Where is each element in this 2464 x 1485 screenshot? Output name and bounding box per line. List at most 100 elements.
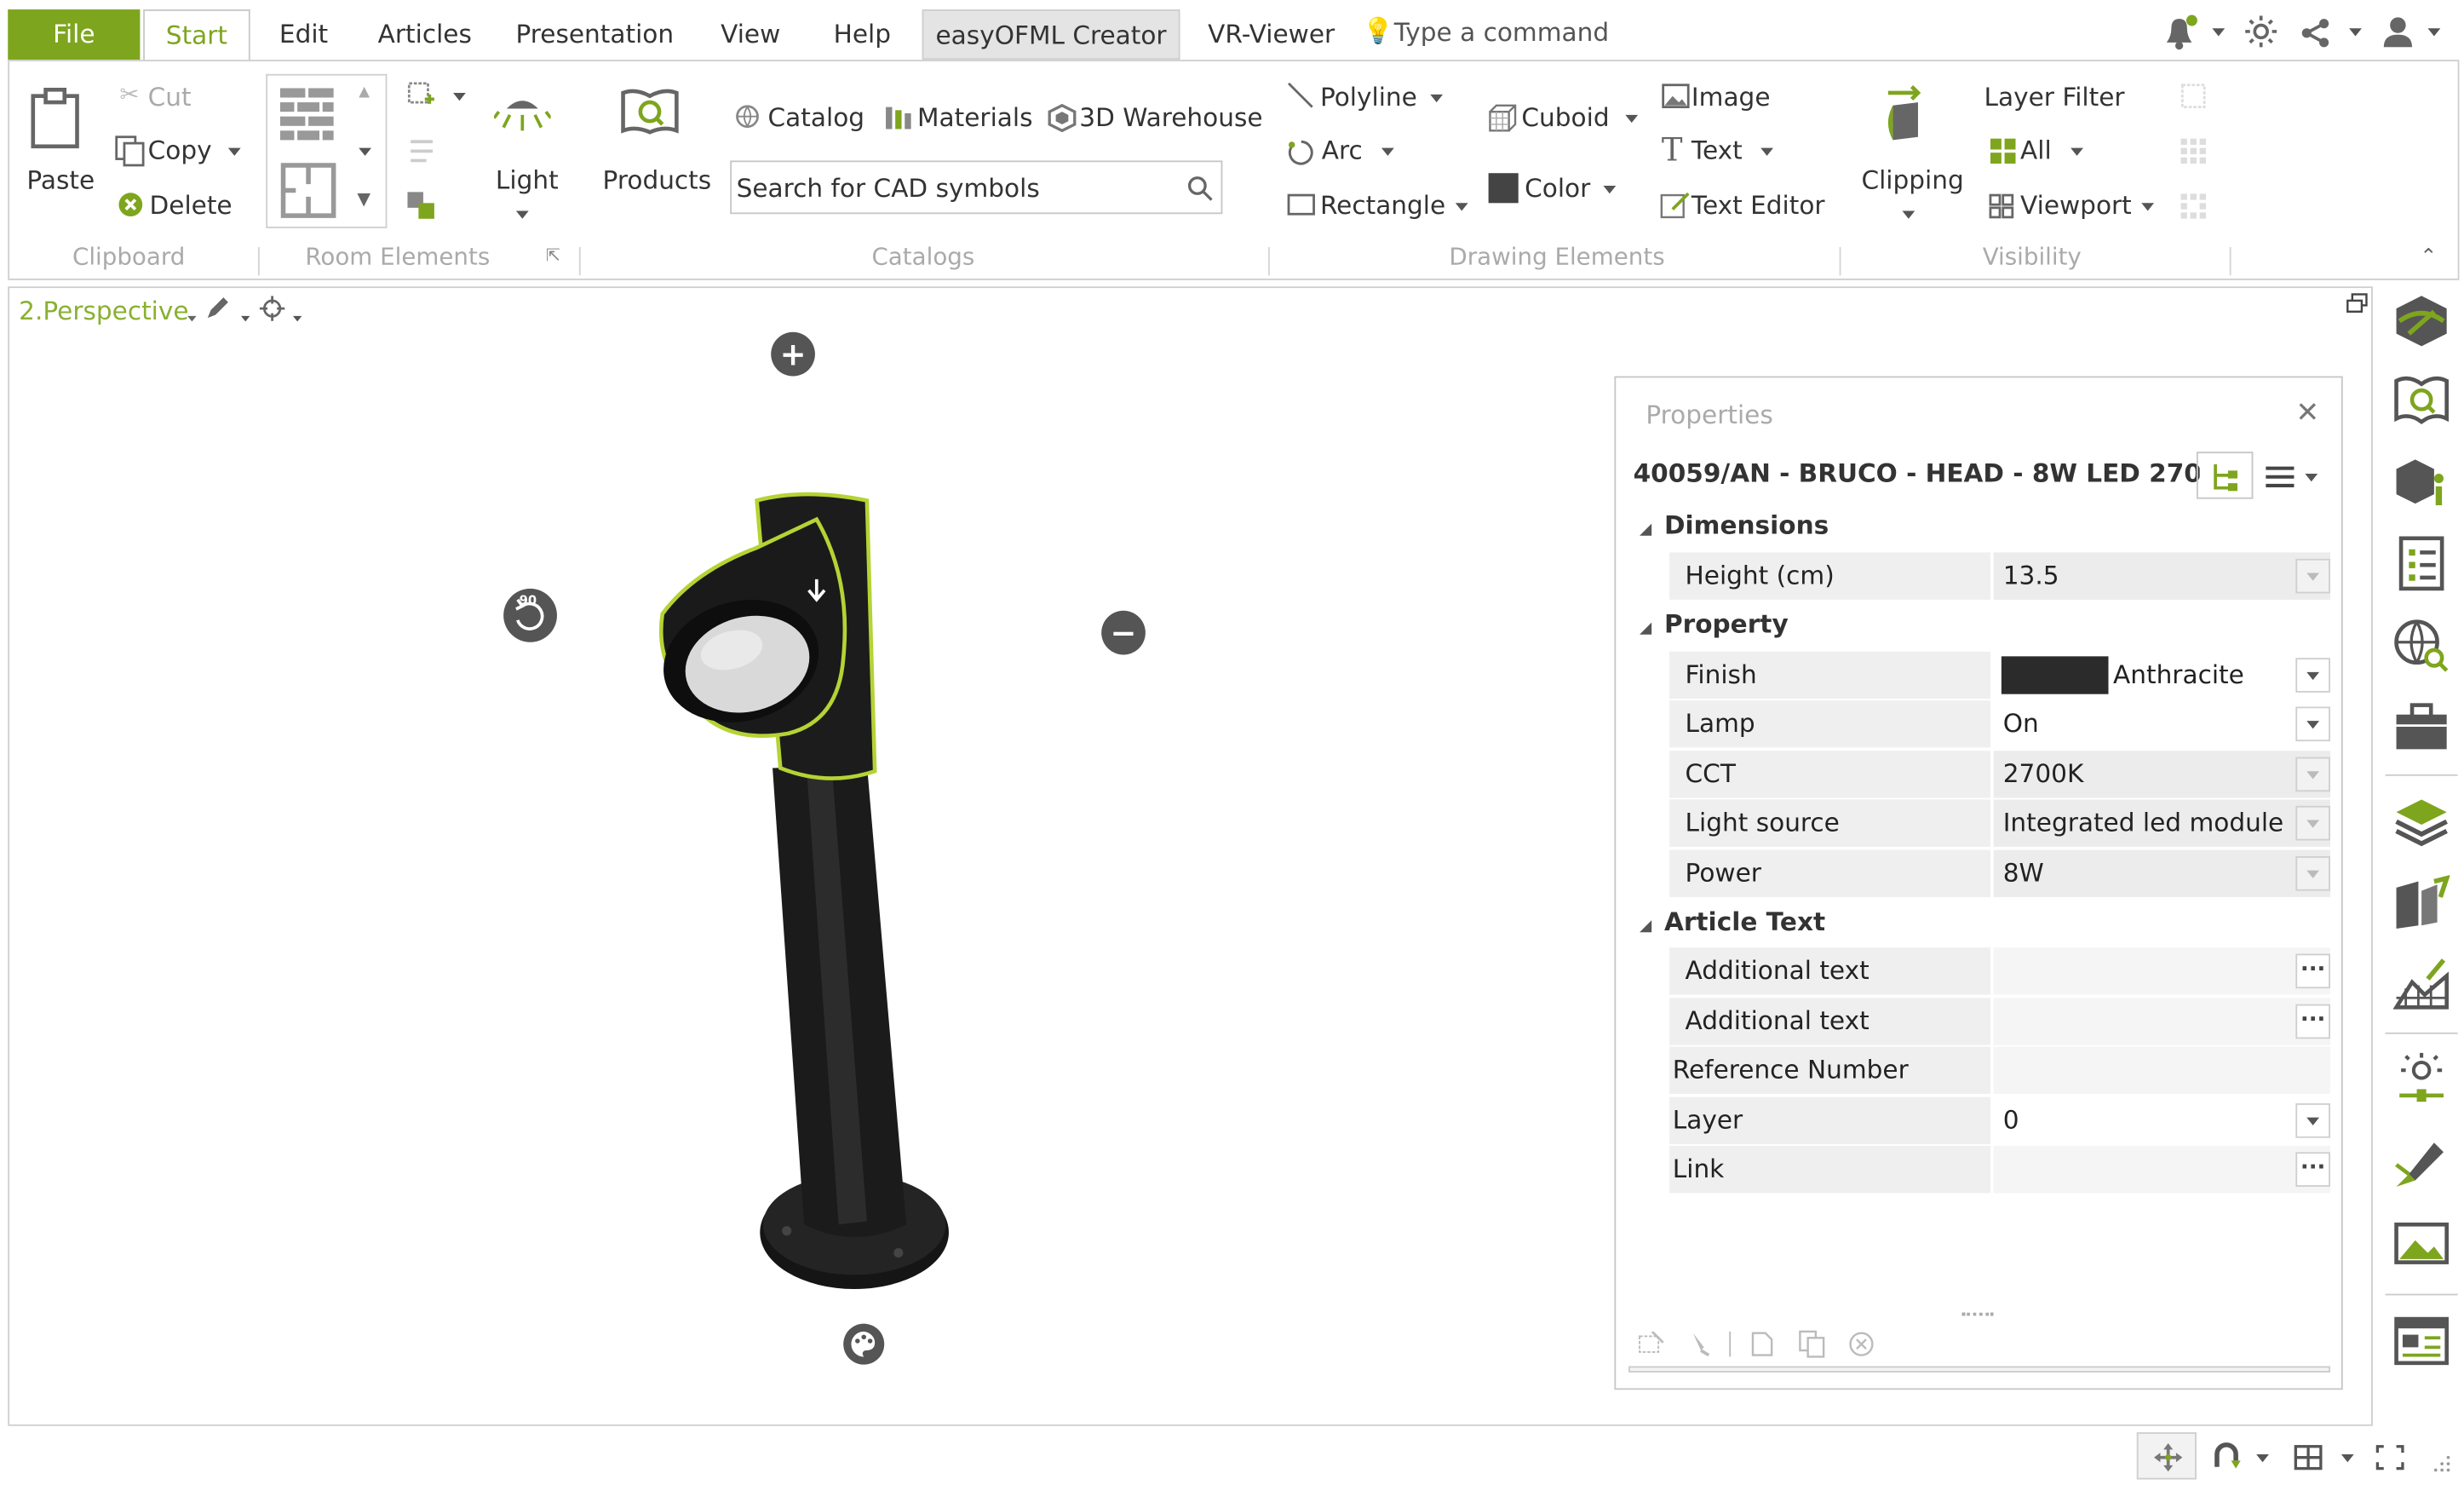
pencil-icon[interactable] [204, 296, 230, 321]
place-item-icon[interactable] [406, 80, 438, 112]
property-row-finish[interactable]: Finish Anthracite [1669, 651, 2330, 699]
image-button[interactable]: Image [1691, 82, 1771, 112]
materials-button[interactable]: Materials [917, 102, 1032, 132]
layout-sheet-icon[interactable] [2393, 1313, 2450, 1370]
chevron-down-icon[interactable] [227, 147, 241, 156]
brightness-icon[interactable] [2243, 14, 2278, 49]
image-panel-icon[interactable] [2393, 1215, 2450, 1272]
chevron-down-icon[interactable] [1625, 114, 1639, 124]
property-row-additional-text[interactable]: Additional text ··· [1669, 947, 2330, 995]
tab-start[interactable]: Start [143, 9, 250, 65]
chevron-down-icon[interactable] [2141, 203, 2155, 211]
products-button[interactable]: Products [603, 165, 712, 195]
article-info-icon[interactable] [2393, 453, 2450, 510]
horizontal-scrollbar[interactable] [1628, 1366, 2330, 1373]
zoom-out-icon[interactable]: − [1101, 610, 1146, 655]
tab-easyofml-creator[interactable]: easyOFML Creator [922, 9, 1180, 60]
clipping-button[interactable]: Clipping [1861, 165, 1963, 195]
copy-button[interactable]: Copy [148, 135, 212, 165]
additional-text-value[interactable] [1993, 947, 2330, 995]
restore-window-icon[interactable] [2346, 293, 2368, 315]
chevron-down-icon[interactable] [2341, 1453, 2354, 1463]
property-row-reference-number[interactable]: Reference Number [1669, 1046, 2330, 1094]
zoom-in-icon[interactable]: + [771, 331, 815, 377]
search-icon[interactable] [1187, 176, 1214, 202]
lamp-dropdown[interactable] [2295, 706, 2330, 742]
chevron-down-icon[interactable] [453, 92, 466, 101]
layer-dropdown[interactable] [2295, 1103, 2330, 1138]
3d-warehouse-button[interactable]: 3D Warehouse [1079, 102, 1262, 132]
collapse-ribbon-icon[interactable]: ⌃ [2420, 245, 2437, 269]
tree-view-button[interactable] [2196, 452, 2254, 499]
chevron-down-icon[interactable] [241, 315, 250, 322]
cad-search-input[interactable]: Search for CAD symbols [730, 160, 1223, 215]
palette-icon[interactable] [843, 1323, 885, 1365]
cuboid-button[interactable]: Cuboid [1521, 102, 1609, 132]
chevron-down-icon[interactable] [187, 315, 197, 322]
section-property[interactable]: ◢ Property [1640, 601, 2316, 648]
room-elements-gallery[interactable]: ▲ ▼ [266, 73, 388, 228]
crosshair-icon[interactable] [259, 296, 285, 321]
light-button[interactable]: Light [496, 165, 559, 195]
resize-handle-icon[interactable] [2432, 1454, 2451, 1473]
chevron-down-icon[interactable] [515, 210, 529, 219]
rotate-90-icon[interactable]: 90 [503, 588, 557, 642]
expand-icon[interactable]: ▼ [357, 189, 370, 210]
cut-button[interactable]: Cut [148, 82, 192, 112]
ellipsis-button[interactable]: ··· [2295, 1152, 2330, 1187]
chevron-down-icon[interactable] [1381, 147, 1394, 156]
property-row-lamp[interactable]: Lamp On [1669, 700, 2330, 748]
close-icon[interactable]: ✕ [2295, 397, 2319, 430]
property-row-link[interactable]: Link ··· [1669, 1145, 2330, 1194]
view-layout-icon[interactable] [2294, 1445, 2323, 1471]
additional-text-value[interactable] [1993, 998, 2330, 1045]
ellipsis-button[interactable]: ··· [2295, 953, 2330, 989]
polyline-button[interactable]: Polyline [1320, 82, 1417, 112]
terrain-icon[interactable] [2392, 957, 2450, 1014]
all-layers-button[interactable]: All [2020, 135, 2052, 165]
link-value[interactable] [1993, 1145, 2330, 1194]
tab-view[interactable]: View [711, 9, 790, 60]
pen-draw-icon[interactable] [2393, 1133, 2450, 1190]
chevron-down-icon[interactable] [1430, 94, 1444, 103]
chevron-down-icon[interactable] [1603, 185, 1617, 194]
scroll-up-icon[interactable]: ▲ [359, 85, 370, 101]
tab-edit[interactable]: Edit [267, 9, 340, 60]
lighting-settings-icon[interactable] [2393, 1051, 2450, 1108]
dialog-launcher-icon[interactable]: ⇱ [546, 245, 560, 266]
share-icon[interactable] [2300, 17, 2332, 49]
chevron-down-icon[interactable] [2256, 1453, 2269, 1463]
bell-icon[interactable] [2159, 13, 2206, 54]
navigation-mode-button[interactable] [2136, 1432, 2197, 1480]
rectangle-button[interactable]: Rectangle [1320, 191, 1445, 221]
layers-icon[interactable] [2393, 793, 2450, 850]
catalog-button[interactable]: Catalog [768, 102, 865, 132]
text-button[interactable]: Text [1691, 135, 1743, 165]
tab-articles[interactable]: Articles [371, 9, 479, 60]
tab-file[interactable]: File [8, 9, 141, 60]
reference-number-value[interactable] [1993, 1046, 2330, 1094]
chevron-down-icon[interactable] [2427, 28, 2441, 37]
globe-search-icon[interactable] [2393, 617, 2450, 674]
tab-presentation[interactable]: Presentation [513, 9, 676, 60]
arc-button[interactable]: Arc [1322, 135, 1363, 165]
command-search[interactable]: 💡 Type a command [1363, 15, 1615, 50]
tab-help[interactable]: Help [824, 9, 900, 60]
paste-button[interactable]: Paste [26, 165, 95, 195]
group-objects-icon[interactable] [406, 191, 438, 222]
fullscreen-icon[interactable] [2375, 1445, 2404, 1471]
catalog-search-icon[interactable] [2393, 371, 2450, 429]
color-button[interactable]: Color [1525, 173, 1590, 203]
briefcase-icon[interactable] [2393, 699, 2450, 756]
chevron-down-icon[interactable] [1455, 203, 1468, 211]
article-list-icon[interactable] [2393, 535, 2450, 592]
3d-cube-icon[interactable] [2393, 293, 2450, 350]
bollard-light-3d-model[interactable] [631, 485, 977, 1304]
ellipsis-button[interactable]: ··· [2295, 1004, 2330, 1039]
chevron-down-icon[interactable] [2212, 28, 2226, 37]
view-label[interactable]: 2.Perspective [19, 296, 188, 325]
resize-grip[interactable] [1961, 1312, 1994, 1316]
chevron-down-icon[interactable] [1902, 210, 1915, 219]
delete-button[interactable]: Delete [150, 191, 233, 221]
text-editor-button[interactable]: Text Editor [1691, 191, 1825, 221]
